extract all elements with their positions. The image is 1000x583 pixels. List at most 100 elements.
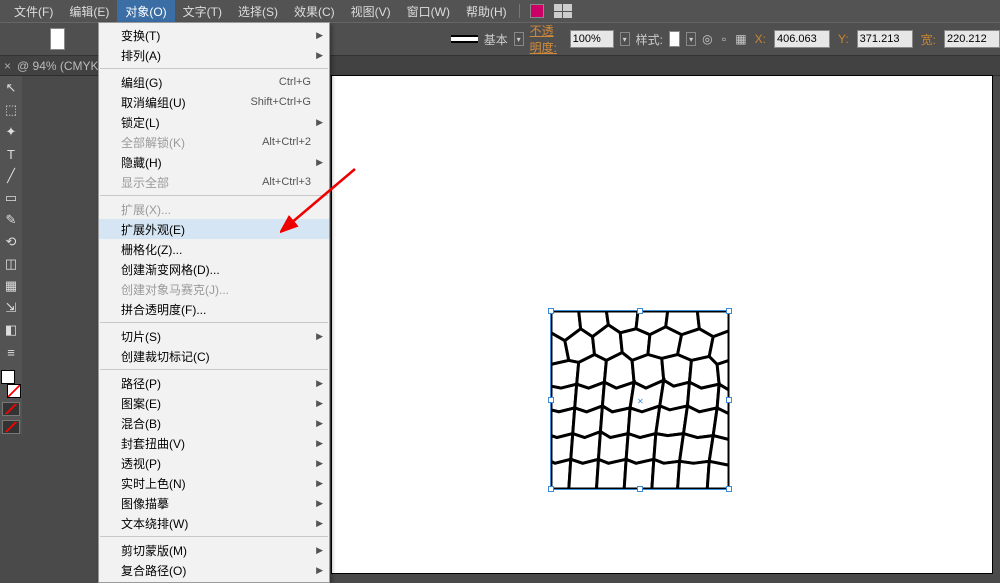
- close-panel-icon[interactable]: ×: [4, 59, 11, 73]
- align-icon[interactable]: ▫: [719, 31, 730, 47]
- fill-swatch[interactable]: [50, 28, 65, 50]
- toolbox: ↖ ⬚ ✦ T ╱ ▭ ✎ ⟲ ◫ ▦ ⇲ ◧ ≡: [0, 76, 22, 434]
- center-point-icon: ✕: [637, 397, 643, 403]
- menu-item-label: 变换(T): [121, 27, 311, 44]
- handle-tm[interactable]: [637, 308, 643, 314]
- tool-direct-select[interactable]: ⬚: [1, 100, 21, 120]
- tool-line[interactable]: ╱: [1, 166, 21, 186]
- tool-shape-builder[interactable]: ⇲: [1, 298, 21, 318]
- handle-bl[interactable]: [548, 486, 554, 492]
- tool-rectangle[interactable]: ▭: [1, 188, 21, 208]
- recolor-icon[interactable]: ◎: [702, 31, 713, 47]
- bridge-icon[interactable]: [530, 4, 544, 18]
- menu-item-label: 复合路径(O): [121, 562, 311, 579]
- menu-item[interactable]: 排列(A): [99, 45, 329, 65]
- document-tab[interactable]: @ 94% (CMYK: [17, 59, 99, 73]
- handle-mr[interactable]: [726, 397, 732, 403]
- menu-item[interactable]: 剪切蒙版(M): [99, 540, 329, 560]
- tool-selection[interactable]: ↖: [1, 78, 21, 98]
- menu-item[interactable]: 取消编组(U)Shift+Ctrl+G: [99, 92, 329, 112]
- screen-mode[interactable]: [2, 420, 20, 434]
- menu-type[interactable]: 文字(T): [175, 0, 230, 23]
- handle-ml[interactable]: [548, 397, 554, 403]
- handle-tl[interactable]: [548, 308, 554, 314]
- style-dropdown[interactable]: ▾: [686, 32, 696, 46]
- stroke-preview[interactable]: [451, 35, 477, 43]
- menu-object[interactable]: 对象(O): [117, 0, 174, 23]
- menu-item[interactable]: 创建裁切标记(C): [99, 346, 329, 366]
- selected-object[interactable]: ✕: [550, 310, 730, 490]
- menu-item-label: 图案(E): [121, 395, 311, 412]
- menu-item[interactable]: 锁定(L): [99, 112, 329, 132]
- menu-item-label: 封套扭曲(V): [121, 435, 311, 452]
- menu-item: 扩展(X)...: [99, 199, 329, 219]
- menu-item-label: 混合(B): [121, 415, 311, 432]
- menu-item-label: 图像描摹: [121, 495, 311, 512]
- tool-width[interactable]: ◫: [1, 254, 21, 274]
- menu-window[interactable]: 窗口(W): [399, 0, 458, 23]
- opacity-input[interactable]: [570, 30, 614, 48]
- style-swatch[interactable]: [669, 31, 680, 47]
- menu-item-shortcut: Shift+Ctrl+G: [250, 96, 311, 108]
- menu-view[interactable]: 视图(V): [343, 0, 399, 23]
- menu-item-shortcut: Alt+Ctrl+2: [262, 136, 311, 148]
- w-label: 宽:: [919, 31, 938, 48]
- menu-item[interactable]: 变换(T): [99, 25, 329, 45]
- menu-item[interactable]: 图案(E): [99, 393, 329, 413]
- menu-item: 全部解锁(K)Alt+Ctrl+2: [99, 132, 329, 152]
- menu-item[interactable]: 切片(S): [99, 326, 329, 346]
- menu-item[interactable]: 图像描摹: [99, 493, 329, 513]
- menu-item[interactable]: 编组(G)Ctrl+G: [99, 72, 329, 92]
- menu-file[interactable]: 文件(F): [6, 0, 61, 23]
- menu-item-label: 创建渐变网格(D)...: [121, 261, 311, 278]
- menu-item[interactable]: 拼合透明度(F)...: [99, 299, 329, 319]
- tool-free-transform[interactable]: ▦: [1, 276, 21, 296]
- menu-item[interactable]: 透视(P): [99, 453, 329, 473]
- menu-select[interactable]: 选择(S): [230, 0, 286, 23]
- menu-item-label: 创建裁切标记(C): [121, 348, 311, 365]
- opacity-dropdown[interactable]: ▾: [620, 32, 630, 46]
- handle-bm[interactable]: [637, 486, 643, 492]
- menu-item-label: 全部解锁(K): [121, 134, 262, 151]
- menu-item[interactable]: 栅格化(Z)...: [99, 239, 329, 259]
- w-input[interactable]: [944, 30, 1000, 48]
- menu-item-label: 文本绕排(W): [121, 515, 311, 532]
- draw-mode[interactable]: [2, 402, 20, 416]
- tool-mesh[interactable]: ≡: [1, 342, 21, 362]
- handle-br[interactable]: [726, 486, 732, 492]
- tool-rotate[interactable]: ⟲: [1, 232, 21, 252]
- handle-tr[interactable]: [726, 308, 732, 314]
- menu-item[interactable]: 混合(B): [99, 413, 329, 433]
- y-label: Y:: [836, 32, 851, 46]
- menu-help[interactable]: 帮助(H): [458, 0, 515, 23]
- menu-item-label: 隐藏(H): [121, 154, 311, 171]
- menu-item[interactable]: 扩展外观(E): [99, 219, 329, 239]
- tool-magic-wand[interactable]: ✦: [1, 122, 21, 142]
- menu-item: 显示全部Alt+Ctrl+3: [99, 172, 329, 192]
- transform-icon[interactable]: ▦: [735, 31, 746, 47]
- menu-item-label: 锁定(L): [121, 114, 311, 131]
- tool-pencil[interactable]: ✎: [1, 210, 21, 230]
- menu-item[interactable]: 隐藏(H): [99, 152, 329, 172]
- menu-item[interactable]: 复合路径(O): [99, 560, 329, 580]
- opacity-label[interactable]: 不透明度:: [530, 22, 564, 56]
- y-input[interactable]: [857, 30, 913, 48]
- arrange-docs-icon[interactable]: [554, 4, 572, 18]
- tool-perspective[interactable]: ◧: [1, 320, 21, 340]
- tool-type[interactable]: T: [1, 144, 21, 164]
- menu-item-label: 切片(S): [121, 328, 311, 345]
- menu-item[interactable]: 封套扭曲(V): [99, 433, 329, 453]
- menu-item[interactable]: 创建渐变网格(D)...: [99, 259, 329, 279]
- stroke-style-dropdown[interactable]: ▾: [514, 32, 524, 46]
- style-label: 样式:: [636, 31, 663, 48]
- menu-item-label: 扩展(X)...: [121, 201, 311, 218]
- menu-item-label: 取消编组(U): [121, 94, 250, 111]
- fill-stroke-swatches[interactable]: [1, 370, 21, 398]
- menu-item-label: 排列(A): [121, 47, 311, 64]
- menu-effect[interactable]: 效果(C): [286, 0, 343, 23]
- x-input[interactable]: [774, 30, 830, 48]
- menu-item[interactable]: 文本绕排(W): [99, 513, 329, 533]
- menu-edit[interactable]: 编辑(E): [61, 0, 117, 23]
- menu-item[interactable]: 实时上色(N): [99, 473, 329, 493]
- menu-item[interactable]: 路径(P): [99, 373, 329, 393]
